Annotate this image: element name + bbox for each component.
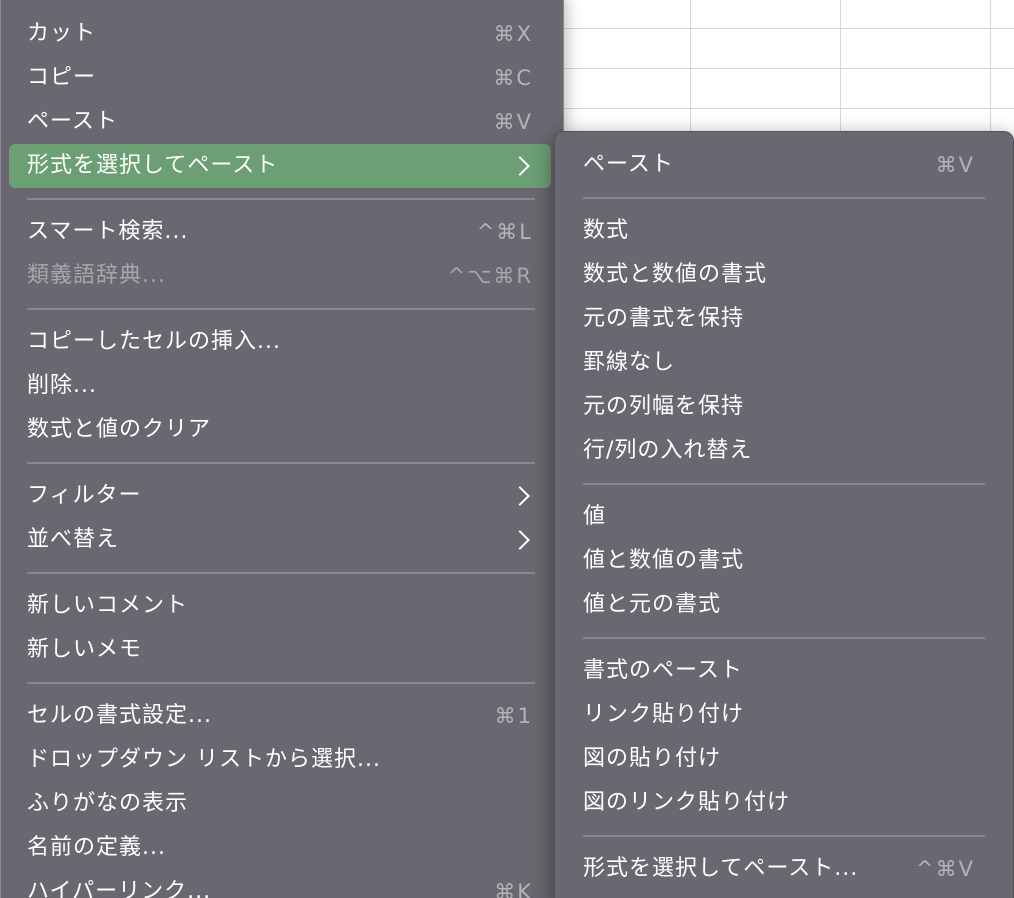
main-item-2-1[interactable]: 削除... [9, 364, 551, 408]
sub-item-3-0[interactable]: 書式のペースト [565, 649, 993, 693]
sub-item-1-4[interactable]: 元の列幅を保持 [565, 385, 993, 429]
main-item-4-0[interactable]: 新しいコメント [9, 584, 551, 628]
sub-item-label: 値 [583, 504, 607, 529]
sub-separator [583, 835, 985, 837]
main-separator [27, 308, 535, 310]
main-item-label: ふりがなの表示 [27, 791, 189, 816]
main-item-label: 類義語辞典... [27, 263, 166, 288]
main-item-label: コピーしたセルの挿入... [27, 329, 281, 354]
main-separator [27, 682, 535, 684]
main-separator [27, 198, 535, 200]
main-item-3-1[interactable]: 並べ替え [9, 518, 551, 562]
main-item-5-4[interactable]: ハイパーリンク... ⌘K [9, 870, 551, 898]
keyboard-shortcut: ⌘K [494, 880, 533, 898]
sub-item-1-1[interactable]: 数式と数値の書式 [565, 253, 993, 297]
paste-special-submenu: ペースト ⌘V 数式数式と数値の書式 元の書式を保持 罫線なし元の列幅を保持 行/列の入れ… [554, 131, 1014, 898]
main-item-label: 形式を選択してペースト [27, 153, 279, 178]
keyboard-shortcut: ^⌥⌘R [447, 264, 533, 288]
sub-item-label: 行/列の入れ替え [583, 438, 753, 463]
main-item-5-0[interactable]: セルの書式設定... ⌘1 [9, 694, 551, 738]
keyboard-shortcut: ⌘V [493, 110, 533, 134]
sub-item-label: 書式のペースト [583, 658, 743, 683]
screen: カット ⌘X コピー ⌘C ペースト ⌘V 形式を選択してペースト スマート検索... ^⌘L 類… [0, 0, 1014, 898]
sub-item-label: 図の貼り付け [583, 746, 722, 771]
main-item-label: 新しいコメント [27, 593, 189, 618]
main-item-label: セルの書式設定... [27, 703, 212, 728]
sub-separator [583, 197, 985, 199]
sub-item-label: リンク貼り付け [583, 702, 745, 727]
sub-item-4-0[interactable]: 形式を選択してペースト... ^⌘V [565, 847, 993, 891]
sub-item-label: 元の列幅を保持 [583, 394, 745, 419]
keyboard-shortcut: ^⌘L [476, 220, 533, 244]
main-item-label: カット [27, 21, 97, 46]
keyboard-shortcut: ^⌘V [916, 857, 975, 881]
chevron-right-icon [510, 530, 530, 550]
main-item-2-0[interactable]: コピーしたセルの挿入... [9, 320, 551, 364]
main-item-0-0[interactable]: カット ⌘X [9, 12, 551, 56]
main-item-0-1[interactable]: コピー ⌘C [9, 56, 551, 100]
sub-item-1-3[interactable]: 罫線なし [565, 341, 993, 385]
chevron-right-icon [510, 486, 530, 506]
sub-item-label: 数式と数値の書式 [583, 262, 768, 287]
main-item-1-1: 類義語辞典... ^⌥⌘R [9, 254, 551, 298]
sub-item-1-2[interactable]: 元の書式を保持 [565, 297, 993, 341]
main-item-5-1[interactable]: ドロップダウン リストから選択... [9, 738, 551, 782]
main-separator [27, 572, 535, 574]
main-item-label: ペースト [27, 109, 118, 134]
keyboard-shortcut: ⌘C [493, 66, 533, 90]
sub-item-1-5[interactable]: 行/列の入れ替え [565, 429, 993, 473]
sub-item-label: 数式 [583, 218, 630, 243]
main-item-4-1[interactable]: 新しいメモ [9, 628, 551, 672]
sub-item-2-2[interactable]: 値と元の書式 [565, 583, 993, 627]
main-item-label: 並べ替え [27, 527, 120, 552]
main-item-0-2[interactable]: ペースト ⌘V [9, 100, 551, 144]
sub-separator [583, 483, 985, 485]
main-item-5-3[interactable]: 名前の定義... [9, 826, 551, 870]
context-menu: カット ⌘X コピー ⌘C ペースト ⌘V 形式を選択してペースト スマート検索... ^⌘L 類… [0, 0, 564, 898]
main-item-label: ハイパーリンク... [27, 879, 212, 898]
sub-item-label: 図のリンク貼り付け [583, 790, 791, 815]
chevron-right-icon [510, 156, 530, 176]
sub-item-3-3[interactable]: 図のリンク貼り付け [565, 781, 993, 825]
main-item-label: 名前の定義... [27, 835, 166, 860]
main-item-0-3[interactable]: 形式を選択してペースト [9, 144, 551, 188]
sub-item-0-0[interactable]: ペースト ⌘V [565, 143, 993, 187]
main-item-label: 数式と値のクリア [27, 417, 212, 442]
sub-item-1-0[interactable]: 数式 [565, 209, 993, 253]
main-item-label: フィルター [27, 483, 142, 508]
keyboard-shortcut: ⌘X [493, 22, 533, 46]
keyboard-shortcut: ⌘V [935, 153, 975, 177]
sub-separator [583, 637, 985, 639]
main-item-label: ドロップダウン リストから選択... [27, 747, 381, 772]
sub-item-label: 罫線なし [583, 350, 676, 375]
main-item-1-0[interactable]: スマート検索... ^⌘L [9, 210, 551, 254]
main-item-label: 新しいメモ [27, 637, 143, 662]
main-item-label: 削除... [27, 373, 97, 398]
sub-item-label: ペースト [583, 152, 674, 177]
sub-item-label: 値と元の書式 [583, 592, 722, 617]
sub-item-label: 形式を選択してペースト... [583, 856, 859, 881]
keyboard-shortcut: ⌘1 [494, 704, 533, 728]
sub-item-label: 値と数値の書式 [583, 548, 745, 573]
sub-item-3-2[interactable]: 図の貼り付け [565, 737, 993, 781]
main-item-label: コピー [27, 65, 97, 90]
main-item-5-2[interactable]: ふりがなの表示 [9, 782, 551, 826]
sub-item-2-0[interactable]: 値 [565, 495, 993, 539]
sub-item-2-1[interactable]: 値と数値の書式 [565, 539, 993, 583]
main-item-3-0[interactable]: フィルター [9, 474, 551, 518]
sub-item-label: 元の書式を保持 [583, 306, 745, 331]
sub-item-3-1[interactable]: リンク貼り付け [565, 693, 993, 737]
main-separator [27, 462, 535, 464]
main-item-2-2[interactable]: 数式と値のクリア [9, 408, 551, 452]
main-item-label: スマート検索... [27, 219, 189, 244]
